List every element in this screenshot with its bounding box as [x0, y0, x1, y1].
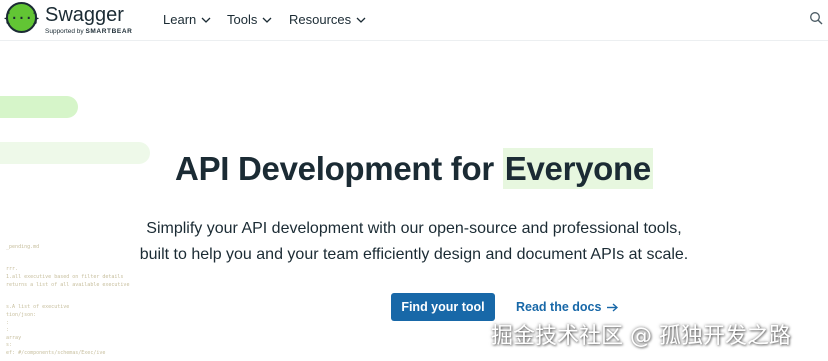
nav-tools[interactable]: Tools	[227, 12, 272, 27]
arrow-right-icon	[607, 302, 619, 312]
chevron-down-icon	[262, 17, 272, 23]
nav-resources[interactable]: Resources	[289, 12, 366, 27]
swagger-logo[interactable]: {···} Swagger Supported by SMARTBEAR	[3, 2, 146, 36]
chevron-down-icon	[201, 17, 211, 23]
nav-tools-label: Tools	[227, 12, 258, 27]
hero-subtitle-line: built to help you and your team efficien…	[139, 246, 689, 263]
hero-subtitle-line: Simplify your API development with our o…	[146, 220, 682, 237]
nav-learn-label: Learn	[163, 12, 197, 27]
logo-name: Swagger	[45, 4, 124, 26]
nav-learn[interactable]: Learn	[163, 12, 211, 27]
nav-resources-label: Resources	[289, 12, 352, 27]
hero-subtitle: Simplify your API development with our o…	[0, 216, 828, 268]
supported-by-label: Supported by	[45, 28, 84, 35]
smartbear-label: SMARTBEAR	[85, 28, 133, 35]
hero-title-main: API Development for	[175, 150, 494, 187]
decorative-bar	[0, 96, 78, 118]
hero-title-highlight: Everyone	[502, 148, 653, 189]
chevron-down-icon	[356, 17, 366, 23]
read-the-docs-link[interactable]: Read the docs	[516, 300, 619, 314]
watermark-text: 掘金技术社区 @ 孤独开发之路	[491, 324, 791, 349]
hero-title: API Development for Everyone	[0, 148, 828, 189]
read-the-docs-label: Read the docs	[516, 300, 602, 314]
top-nav: {···} Swagger Supported by SMARTBEAR Lea…	[0, 0, 828, 41]
supported-by: Supported by SMARTBEAR	[45, 28, 132, 35]
find-your-tool-button[interactable]: Find your tool	[391, 293, 495, 321]
swagger-logo-icon: {···}	[3, 2, 40, 33]
search-icon[interactable]	[809, 11, 823, 25]
